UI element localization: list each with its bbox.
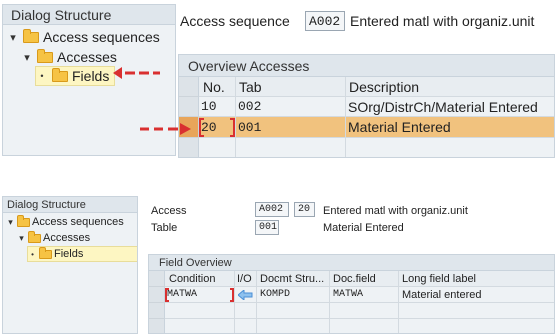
- table-cell-empty[interactable]: [399, 319, 554, 333]
- tree-item-access-sequences[interactable]: ▾ Access sequences: [7, 27, 160, 47]
- tree-item-fields[interactable]: • Fields: [27, 246, 137, 262]
- table-cell-docmt-structure[interactable]: KOMPD: [257, 287, 330, 303]
- leaf-bullet-icon: •: [40, 71, 44, 81]
- tree-item-accesses[interactable]: ▾ Accesses: [17, 230, 90, 246]
- table-cell-empty[interactable]: [257, 319, 330, 333]
- folder-icon: [23, 28, 39, 43]
- folder-icon: [39, 246, 52, 259]
- collapse-toggle-icon[interactable]: ▾: [7, 31, 19, 44]
- table-cell-empty[interactable]: [236, 138, 346, 157]
- dialog-structure-title: Dialog Structure: [3, 5, 175, 25]
- column-header-doc-field[interactable]: Doc.field: [330, 271, 399, 287]
- access-description: Entered matl with organiz.unit: [323, 205, 468, 217]
- table-code-field[interactable]: 001: [255, 220, 279, 235]
- cursor-marker: [199, 118, 204, 137]
- row-selector[interactable]: [149, 287, 165, 303]
- table-cell-long-field-label[interactable]: Material entered: [399, 287, 554, 303]
- table-cell-tab[interactable]: 002: [236, 97, 346, 117]
- table-cell-description[interactable]: SOrg/DistrCh/Material Entered: [346, 97, 554, 117]
- access-code-field[interactable]: A002: [255, 202, 289, 217]
- tree-item-label: Access sequences: [32, 216, 124, 228]
- tree-item-label: Fields: [72, 68, 110, 84]
- table-cell-empty[interactable]: [257, 303, 330, 319]
- tree-item-fields[interactable]: • Fields: [35, 66, 115, 86]
- access-sequence-code-field[interactable]: A002: [305, 11, 345, 31]
- table-cell-empty[interactable]: [235, 303, 257, 319]
- table-cell-no[interactable]: 10: [199, 97, 236, 117]
- leaf-bullet-icon: •: [31, 249, 34, 259]
- section-divider: [0, 168, 555, 169]
- table-cell-empty[interactable]: [165, 319, 235, 333]
- dialog-structure-panel: Dialog Structure ▾ Access sequences ▾ Ac…: [2, 196, 138, 334]
- table-cell-empty[interactable]: [399, 303, 554, 319]
- access-label: Access: [151, 205, 187, 217]
- access-sequence-description: Entered matl with organiz.unit: [350, 13, 535, 29]
- table-cell-io[interactable]: [235, 287, 257, 303]
- field-overview-table: Field Overview Condition I/O Docmt Stru.…: [148, 254, 555, 334]
- dialog-structure-title: Dialog Structure: [3, 197, 137, 213]
- access-sequence-label: Access sequence: [180, 13, 290, 29]
- collapse-toggle-icon[interactable]: ▾: [17, 233, 26, 244]
- folder-icon: [28, 230, 41, 243]
- table-cell-tab[interactable]: 001: [236, 117, 346, 138]
- folder-icon: [17, 214, 30, 227]
- table-cell-empty[interactable]: [199, 138, 236, 157]
- collapse-toggle-icon[interactable]: ▾: [6, 217, 15, 228]
- annotation-arrow-icon: [140, 123, 191, 135]
- overview-accesses-table: Overview Accesses No. Tab Description 10…: [178, 54, 555, 158]
- column-header-docmt-structure[interactable]: Docmt Stru...: [257, 271, 330, 287]
- table-description: Material Entered: [323, 222, 404, 234]
- table-cell-empty[interactable]: [330, 303, 399, 319]
- tree-item-accesses[interactable]: ▾ Accesses: [21, 47, 117, 67]
- input-arrow-icon: [238, 289, 253, 300]
- select-all-cell[interactable]: [179, 77, 199, 97]
- row-selector[interactable]: [149, 303, 165, 319]
- annotation-arrow-icon: [113, 67, 160, 79]
- column-header-description[interactable]: Description: [346, 77, 554, 97]
- table-cell-description[interactable]: Material Entered: [346, 117, 554, 138]
- cursor-marker: [230, 118, 235, 137]
- table-label: Table: [151, 222, 178, 234]
- column-header-long-field-label[interactable]: Long field label: [399, 271, 554, 287]
- field-overview-title: Field Overview: [149, 255, 554, 271]
- folder-icon: [37, 48, 53, 63]
- tree-item-label: Accesses: [57, 49, 117, 65]
- access-number-field[interactable]: 20: [294, 202, 315, 217]
- tree-item-access-sequences[interactable]: ▾ Access sequences: [6, 214, 124, 230]
- tree-item-label: Accesses: [43, 232, 91, 244]
- overview-accesses-title: Overview Accesses: [179, 55, 554, 77]
- table-cell-empty[interactable]: [346, 138, 554, 157]
- column-header-condition[interactable]: Condition: [165, 271, 235, 287]
- table-cell-empty[interactable]: [165, 303, 235, 319]
- cursor-marker: [165, 288, 169, 302]
- tree-item-label: Access sequences: [43, 29, 160, 45]
- collapse-toggle-icon[interactable]: ▾: [21, 51, 33, 64]
- table-cell-empty[interactable]: [235, 319, 257, 333]
- row-selector[interactable]: [179, 97, 199, 117]
- row-selector[interactable]: [179, 138, 199, 157]
- tree-item-label: Fields: [54, 248, 84, 260]
- column-header-io[interactable]: I/O: [235, 271, 257, 287]
- table-cell-doc-field[interactable]: MATWA: [330, 287, 399, 303]
- cursor-marker: [230, 288, 234, 302]
- column-header-tab[interactable]: Tab: [236, 77, 346, 97]
- row-selector[interactable]: [149, 319, 165, 333]
- select-all-cell[interactable]: [149, 271, 165, 287]
- table-cell-condition[interactable]: MATWA: [165, 287, 235, 303]
- folder-icon: [52, 67, 68, 82]
- column-header-no[interactable]: No.: [199, 77, 236, 97]
- table-cell-empty[interactable]: [330, 319, 399, 333]
